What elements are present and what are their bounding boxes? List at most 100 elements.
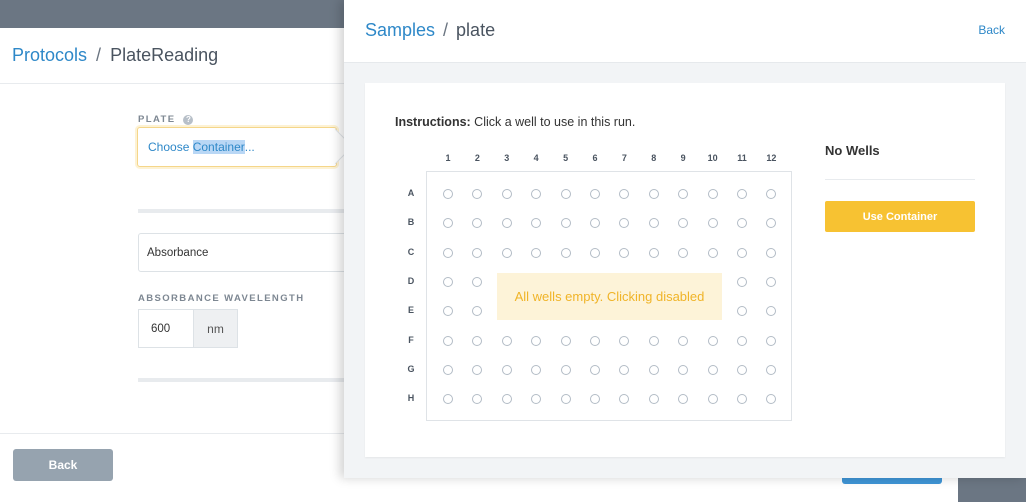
breadcrumb-separator: / <box>443 20 449 40</box>
instructions: Instructions: Click a well to use in thi… <box>395 115 635 129</box>
measurement-type-select[interactable]: Absorbance <box>138 233 353 272</box>
well-F7 <box>619 335 630 346</box>
well-C2 <box>472 247 483 258</box>
column-label: 11 <box>737 153 747 163</box>
selected-wells-title: No Wells <box>825 143 880 158</box>
back-button[interactable]: Back <box>13 449 113 481</box>
instructions-text: Click a well to use in this run. <box>470 115 636 129</box>
well-C10 <box>707 247 718 258</box>
well-A10 <box>707 189 718 199</box>
well-F6 <box>590 335 600 346</box>
breadcrumb-link-protocols[interactable]: Protocols <box>12 45 87 66</box>
well-H10 <box>707 394 718 405</box>
well-C8 <box>648 247 659 258</box>
well-F12 <box>766 335 777 346</box>
column-label: 8 <box>651 153 657 163</box>
well-F1 <box>443 335 453 346</box>
well-A11 <box>737 189 747 199</box>
well-A6 <box>590 189 600 199</box>
well-F3 <box>501 335 512 346</box>
well-G3 <box>501 364 512 375</box>
column-label: 5 <box>563 153 569 163</box>
column-label: 3 <box>504 153 510 163</box>
column-label: 9 <box>680 153 686 163</box>
column-label: 1 <box>445 153 451 163</box>
instructions-label: Instructions: <box>395 115 471 129</box>
well-F10 <box>707 335 718 346</box>
well-C7 <box>619 247 630 258</box>
well-A8 <box>648 189 659 199</box>
selection-divider <box>825 179 975 180</box>
column-label: 6 <box>592 153 598 163</box>
well-D1 <box>443 276 453 287</box>
column-label: 12 <box>766 153 777 163</box>
use-container-button[interactable]: Use Container <box>825 201 975 232</box>
row-label: H <box>407 393 415 404</box>
well-C12 <box>766 247 777 258</box>
section-divider <box>138 378 348 382</box>
row-label: G <box>407 363 415 374</box>
well-G1 <box>443 364 453 375</box>
well-F11 <box>737 335 747 346</box>
panel-header: Samples / plate Back <box>344 0 1026 63</box>
plate-card: Instructions: Click a well to use in thi… <box>365 83 1005 457</box>
well-C6 <box>590 247 600 258</box>
container-picker-panel: Samples / plate Back Instructions: Click a… <box>344 0 1026 478</box>
panel-breadcrumb: Samples / plate <box>365 20 495 41</box>
plate-label-text: PLATE <box>138 114 176 125</box>
well-H8 <box>648 394 659 405</box>
well-G9 <box>678 364 689 375</box>
well-G10 <box>707 364 718 375</box>
plate-input-suffix: ... <box>244 140 255 154</box>
well-C3 <box>501 247 512 258</box>
column-label: 10 <box>707 153 718 163</box>
section-divider <box>138 209 348 213</box>
row-label: D <box>407 275 415 286</box>
well-C1 <box>443 247 453 258</box>
well-D11 <box>737 276 747 287</box>
well-G11 <box>737 364 747 375</box>
well-F5 <box>560 335 571 346</box>
wavelength-input[interactable]: 600 <box>138 309 194 348</box>
breadcrumb-link-samples[interactable]: Samples <box>365 20 435 40</box>
well-A3 <box>501 189 512 199</box>
column-label: 4 <box>533 153 539 163</box>
row-label: E <box>407 305 414 316</box>
plate-container-input[interactable]: Choose Container... <box>137 127 337 167</box>
well-C11 <box>737 247 747 258</box>
well-F4 <box>531 335 542 346</box>
well-A5 <box>560 189 571 199</box>
well-A1 <box>443 189 453 199</box>
column-label: 7 <box>621 153 627 163</box>
help-icon[interactable]: ? <box>183 115 194 125</box>
plate-input-prefix: Choose <box>148 140 190 154</box>
well-F2 <box>472 335 483 346</box>
well-B5 <box>560 218 571 229</box>
well-G8 <box>648 364 659 375</box>
plate-label: PLATE? <box>138 114 194 125</box>
well-G4 <box>531 364 542 375</box>
well-C5 <box>560 247 571 258</box>
row-label: A <box>407 188 415 198</box>
well-H3 <box>501 394 512 405</box>
well-B10 <box>707 218 718 229</box>
well-C9 <box>678 247 689 258</box>
well-G5 <box>560 364 571 375</box>
wavelength-label: ABSORBANCE WAVELENGTH <box>138 293 305 304</box>
well-G6 <box>590 364 600 375</box>
row-label: C <box>407 246 415 257</box>
breadcrumb-current: plate <box>456 20 496 40</box>
well-F9 <box>678 335 689 346</box>
breadcrumb-separator: / <box>96 45 102 65</box>
empty-plate-message: All wells empty. Clicking disabled <box>497 273 722 320</box>
column-label: 2 <box>474 153 480 163</box>
plate-input-highlight: Container <box>192 140 245 154</box>
well-C4 <box>531 247 542 258</box>
row-label: F <box>408 334 414 345</box>
well-H5 <box>560 394 571 405</box>
panel-back-link[interactable]: Back <box>978 23 1005 37</box>
well-F8 <box>648 335 659 346</box>
wavelength-unit: nm <box>193 309 238 348</box>
breadcrumb-current: PlateReading <box>110 45 219 65</box>
row-label: B <box>407 217 415 228</box>
